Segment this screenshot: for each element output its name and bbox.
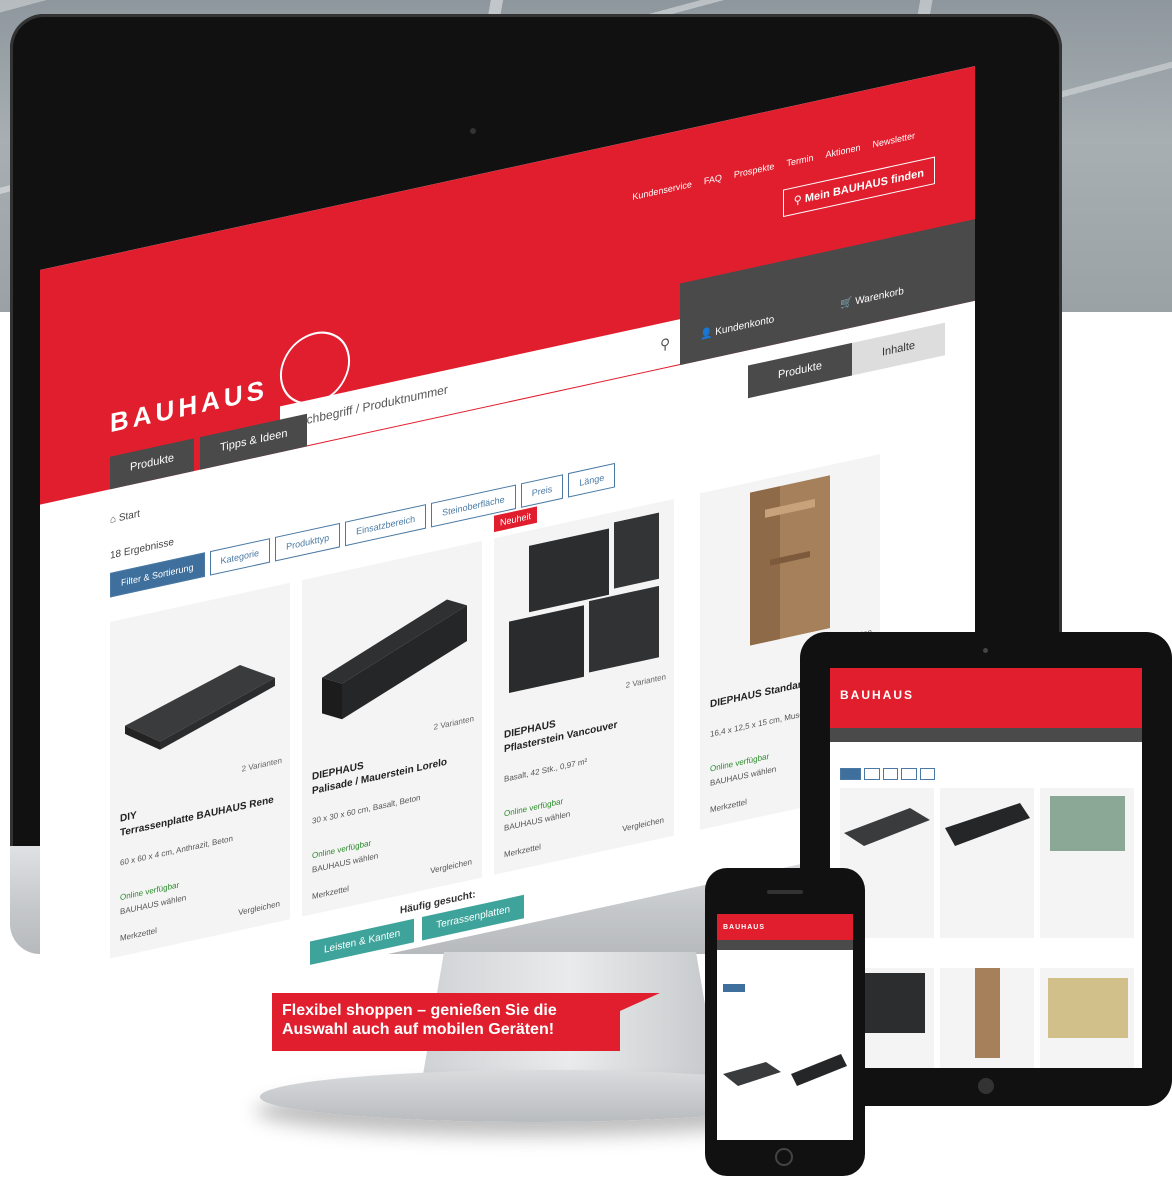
compare-link[interactable]: Vergleichen (238, 899, 280, 917)
store-finder-label: Mein BAUHAUS finden (804, 167, 924, 206)
toggle-inhalte[interactable]: Inhalte (851, 322, 945, 376)
phone-speaker (767, 890, 803, 894)
location-pin-icon: ⚲ (793, 193, 802, 208)
top-link-faq[interactable]: FAQ (704, 172, 722, 186)
wishlist-link[interactable]: Merkzettel (710, 797, 747, 814)
phone-product-images (723, 1054, 847, 1086)
cart-icon: 🛒 (840, 296, 853, 311)
cart-label: Warenkorb (855, 285, 904, 308)
product-image (509, 512, 659, 694)
search-icon[interactable]: ⚲ (660, 335, 670, 355)
caption-line-2: Auswahl auch auf mobilen Geräten! (282, 1021, 555, 1038)
tablet-product-card[interactable] (1040, 788, 1134, 938)
nav-tab-label: Produkte (130, 451, 175, 474)
promo-caption: Flexibel shoppen – genießen Sie die Ausw… (272, 993, 660, 1051)
home-icon[interactable]: ⌂ (110, 514, 116, 527)
compare-link[interactable]: Vergleichen (622, 815, 664, 833)
filter-sort-button[interactable]: Filter & Sortierung (110, 552, 205, 598)
phone-nav (717, 940, 853, 950)
product-spec: 60 x 60 x 4 cm, Anthrazit, Beton (120, 833, 233, 868)
tablet-filters (840, 768, 936, 780)
tablet-filter-sort[interactable] (840, 768, 862, 780)
product-card[interactable]: 2 Varianten DIY Terrassenplatte BAUHAUS … (110, 582, 290, 959)
result-count: 18 Ergebnisse (110, 536, 174, 562)
product-card[interactable]: 2 Varianten DIEPHAUS Palisade / Mauerste… (302, 540, 482, 917)
product-image (1050, 796, 1125, 851)
product-image (975, 968, 1000, 1058)
variant-count: 2 Varianten (625, 672, 666, 691)
frequent-search-leisten[interactable]: Leisten & Kanten (310, 918, 415, 965)
cart-link[interactable]: 🛒 Warenkorb (840, 286, 904, 311)
monitor-camera (470, 128, 476, 134)
tablet-filter[interactable] (901, 768, 917, 780)
wishlist-link[interactable]: Merkzettel (120, 926, 157, 943)
tablet-filter[interactable] (882, 768, 899, 780)
product-image (322, 599, 467, 720)
top-link-prospekte[interactable]: Prospekte (734, 161, 775, 180)
tablet-nav (830, 728, 1142, 742)
product-brand: DIY (120, 809, 137, 825)
filter-kategorie[interactable]: Kategorie (209, 538, 271, 576)
filter-produkttyp[interactable]: Produkttyp (275, 522, 341, 562)
phone-logo[interactable]: BAUHAUS (723, 924, 765, 931)
account-label: Kundenkonto (715, 313, 775, 339)
nav-tab-produkte[interactable]: Produkte (110, 438, 195, 490)
filter-preis[interactable]: Preis (520, 474, 564, 508)
tablet-header: BAUHAUS (830, 668, 1142, 728)
product-spec: 30 x 30 x 60 cm, Basalt, Beton (312, 792, 421, 826)
top-link-newsletter[interactable]: Newsletter (872, 130, 915, 149)
tablet-filter[interactable] (864, 768, 880, 780)
account-link[interactable]: 👤 Kundenkonto (700, 314, 774, 341)
tablet-filter[interactable] (919, 768, 936, 780)
nav-tab-label: Tipps & Ideen (220, 427, 288, 455)
tablet-product-card[interactable] (1040, 968, 1134, 1068)
product-title[interactable]: Terrassenplatte BAUHAUS Rene (120, 792, 285, 839)
nav-tab-tipps[interactable]: Tipps & Ideen (200, 413, 308, 470)
phone-header: BAUHAUS (717, 914, 853, 940)
product-image (1048, 978, 1128, 1038)
variant-count: 2 Varianten (241, 755, 282, 774)
product-spec: Basalt, 42 Stk., 0,97 m² (504, 756, 588, 784)
caption-line-1: Flexibel shoppen – genießen Sie die (282, 1002, 557, 1019)
phone-home-button[interactable] (775, 1148, 793, 1166)
top-link-termin[interactable]: Termin (786, 152, 813, 168)
product-card[interactable]: Neuheit 2 Varianten DIEPHAUS Pflasterste… (494, 498, 674, 875)
tablet-product-card[interactable] (940, 968, 1034, 1068)
product-image (945, 803, 1030, 846)
tablet-product-card[interactable] (940, 788, 1034, 938)
product-image (125, 665, 275, 750)
store-finder-button[interactable]: ⚲ Mein BAUHAUS finden (782, 156, 935, 218)
filter-laenge[interactable]: Länge (568, 462, 616, 498)
product-image (750, 475, 830, 646)
variant-count: 2 Varianten (433, 713, 474, 732)
wishlist-link[interactable]: Merkzettel (312, 884, 349, 901)
breadcrumb: ⌂ Start (110, 508, 140, 526)
tablet-screen: BAUHAUS (830, 668, 1142, 1068)
tablet-logo[interactable]: BAUHAUS (840, 688, 914, 702)
top-link-aktionen[interactable]: Aktionen (825, 142, 860, 160)
breadcrumb-start[interactable]: Start (119, 508, 140, 524)
phone-filter-button[interactable] (723, 984, 745, 992)
phone-screen: BAUHAUS (717, 914, 853, 1140)
wishlist-link[interactable]: Merkzettel (504, 842, 541, 859)
product-image (844, 808, 930, 846)
compare-link[interactable]: Vergleichen (430, 857, 472, 875)
phone-device: BAUHAUS (705, 868, 865, 1176)
top-link-service[interactable]: Kundenservice (632, 179, 692, 202)
tablet-camera (983, 648, 988, 653)
toggle-produkte[interactable]: Produkte (747, 342, 852, 399)
filter-einsatzbereich[interactable]: Einsatzbereich (345, 504, 427, 547)
tablet-home-button[interactable] (978, 1078, 994, 1094)
user-icon: 👤 (700, 327, 713, 342)
